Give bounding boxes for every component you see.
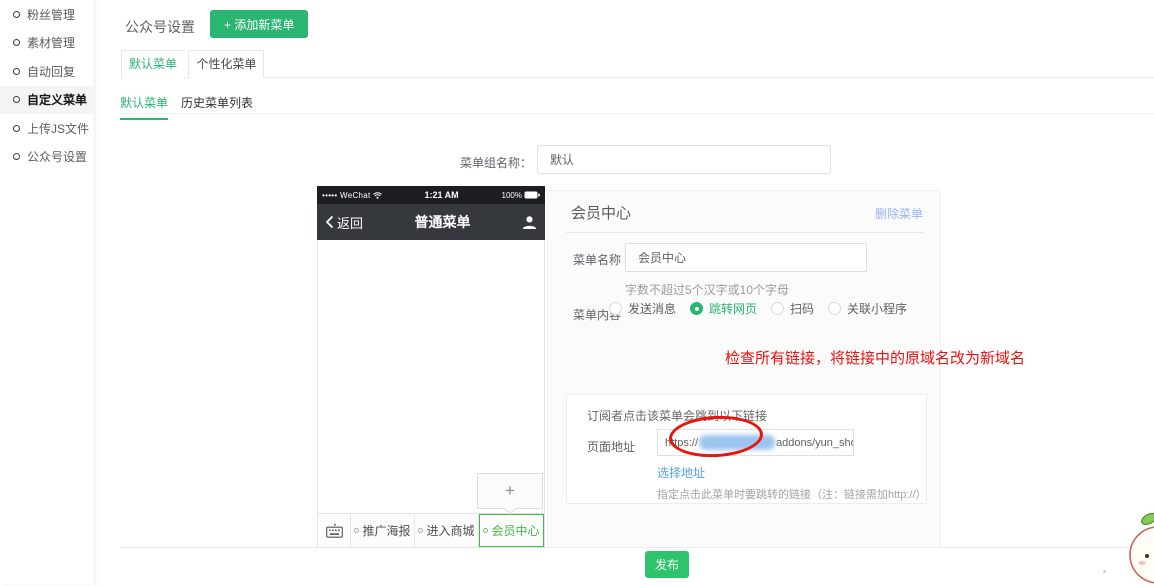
mascot-widget[interactable] [1122, 506, 1154, 586]
radio-label: 扫码 [790, 300, 814, 317]
circle-bullet-icon [13, 39, 20, 46]
radio-icon [690, 302, 703, 315]
page-url-input[interactable]: https:// addons/yun_shop/? [657, 429, 854, 456]
menu-item-member-center[interactable]: 会员中心 [479, 514, 544, 547]
editor-title: 会员中心 [571, 202, 631, 223]
menu-dot-icon [418, 528, 423, 533]
back-button: 返回 [325, 213, 363, 232]
menu-content-options: 发送消息 跳转网页 扫码 关联小程序 [609, 300, 921, 317]
phone-preview: ••••• WeChat 1:21 AM 100% 返回 普通菜单 [317, 186, 545, 548]
circle-bullet-icon [13, 68, 20, 75]
radio-icon [771, 302, 784, 315]
circle-bullet-icon [13, 96, 20, 103]
subtab-history-menu-list[interactable]: 历史菜单列表 [181, 94, 253, 118]
sidebar-item-account-settings[interactable]: 公众号设置 [0, 143, 94, 172]
menu-group-name-label: 菜单组名称： [437, 154, 532, 171]
subtab-default-menu[interactable]: 默认菜单 [120, 94, 168, 120]
url-hint: 指定点击此菜单时要跳转的链接（注：链接需加http://） [657, 486, 927, 502]
editor-divider [566, 232, 924, 233]
phone-nav-title: 普通菜单 [363, 212, 522, 232]
sidebar-item-label: 粉丝管理 [27, 6, 75, 23]
choose-address-link[interactable]: 选择地址 [657, 464, 705, 481]
sidebar-item-label: 上传JS文件 [27, 120, 89, 137]
link-box-title: 订阅者点击该菜单会跳到以下链接 [587, 407, 767, 424]
circle-bullet-icon [13, 153, 20, 160]
menu-item-poster[interactable]: 推广海报 [351, 514, 415, 547]
mascot-head [1130, 527, 1154, 583]
clock-label: 1:21 AM [382, 190, 502, 200]
menu-item-mall[interactable]: 进入商城 [415, 514, 479, 547]
sidebar: 粉丝管理 素材管理 自动回复 自定义菜单 上传JS文件 公众号设置 [0, 0, 95, 585]
menu-group-name-input[interactable] [537, 145, 831, 174]
radio-label: 发送消息 [628, 300, 676, 317]
carrier-text: ••••• WeChat [322, 191, 371, 200]
redacted-domain [699, 435, 775, 450]
sidebar-item-label: 素材管理 [27, 34, 75, 51]
sidebar-item-material[interactable]: 素材管理 [0, 29, 94, 58]
menu-dot-icon [354, 528, 359, 533]
plus-icon: + [505, 481, 515, 501]
battery-percent: 100% [502, 191, 522, 200]
menu-name-label: 菜单名称 [573, 251, 621, 268]
tab-bar: 默认菜单 个性化菜单 [121, 50, 1154, 78]
publish-button[interactable]: 发布 [645, 551, 689, 578]
radio-jump-webpage[interactable]: 跳转网页 [690, 300, 757, 317]
user-icon [522, 215, 537, 230]
sidebar-item-custom-menu[interactable]: 自定义菜单 [0, 86, 94, 115]
battery-indicator: 100% [502, 191, 540, 200]
menu-item-label: 进入商城 [426, 522, 474, 539]
menu-dot-icon [483, 528, 488, 533]
keyboard-toggle [318, 514, 351, 547]
radio-icon [609, 302, 622, 315]
speck [1103, 570, 1106, 573]
circle-bullet-icon [13, 11, 20, 18]
subnav-divider [120, 113, 1154, 114]
page-url-label: 页面地址 [587, 438, 635, 455]
carrier-label: ••••• WeChat [322, 191, 382, 200]
radio-icon [828, 302, 841, 315]
chevron-left-icon [325, 215, 334, 229]
url-suffix: addons/yun_shop/? [776, 437, 854, 449]
sidebar-item-fans[interactable]: 粉丝管理 [0, 0, 94, 29]
sidebar-item-auto-reply[interactable]: 自动回复 [0, 57, 94, 86]
page-title: 公众号设置 [125, 17, 195, 37]
back-label: 返回 [337, 213, 363, 232]
link-settings-box: 订阅者点击该菜单会跳到以下链接 页面地址 https:// addons/yun… [566, 394, 927, 504]
sidebar-item-label: 自动回复 [27, 63, 75, 80]
add-submenu-button[interactable]: + [477, 473, 543, 509]
radio-label: 关联小程序 [847, 300, 907, 317]
phone-menu-bar: 推广海报 进入商城 会员中心 [317, 513, 545, 548]
sprout-leaves [1140, 509, 1154, 527]
menu-name-hint: 字数不超过5个汉字或10个字母 [625, 281, 789, 298]
menu-item-label: 推广海报 [362, 522, 410, 539]
annotation-text: 检查所有链接，将链接中的原域名改为新域名 [725, 347, 1025, 368]
radio-send-message[interactable]: 发送消息 [609, 300, 676, 317]
sidebar-item-label: 自定义菜单 [27, 91, 87, 108]
phone-status-bar: ••••• WeChat 1:21 AM 100% [317, 186, 545, 204]
add-new-menu-button[interactable]: + 添加新菜单 [210, 10, 308, 38]
battery-icon [524, 191, 540, 199]
tab-personalized-menu[interactable]: 个性化菜单 [188, 50, 264, 78]
footer-divider [120, 547, 1154, 548]
radio-mini-program[interactable]: 关联小程序 [828, 300, 907, 317]
circle-bullet-icon [13, 125, 20, 132]
menu-editor-panel: 会员中心 删除菜单 菜单名称 字数不超过5个汉字或10个字母 菜单内容 发送消息… [547, 190, 941, 548]
sidebar-item-upload-js[interactable]: 上传JS文件 [0, 114, 94, 143]
radio-scan-code[interactable]: 扫码 [771, 300, 814, 317]
sidebar-item-label: 公众号设置 [27, 148, 87, 165]
menu-name-input[interactable] [625, 243, 867, 272]
radio-label: 跳转网页 [709, 300, 757, 317]
tab-default-menu[interactable]: 默认菜单 [121, 50, 184, 79]
menu-item-label: 会员中心 [491, 522, 539, 539]
url-prefix: https:// [665, 437, 698, 449]
delete-menu-link[interactable]: 删除菜单 [875, 205, 923, 222]
wifi-icon [373, 192, 382, 199]
keyboard-icon [326, 524, 343, 538]
phone-nav-bar: 返回 普通菜单 [317, 204, 545, 240]
